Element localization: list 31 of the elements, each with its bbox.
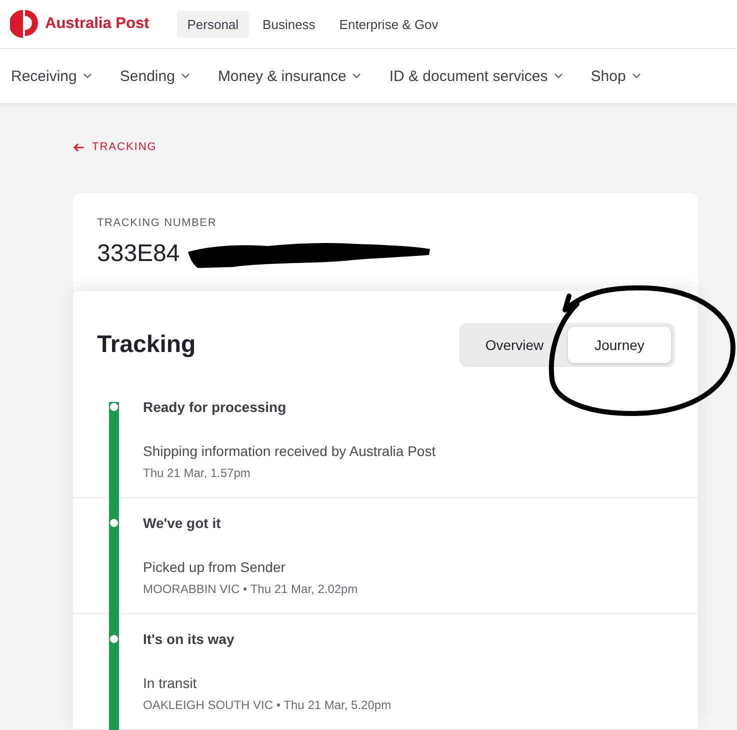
- view-tab[interactable]: Overview: [463, 327, 566, 363]
- segment-tab[interactable]: Enterprise & Gov: [329, 10, 448, 38]
- nav-menu-item[interactable]: Sending: [120, 68, 190, 85]
- chevron-down-icon: [352, 73, 362, 80]
- chevron-down-icon: [82, 73, 92, 80]
- event-description: In transit: [143, 674, 197, 692]
- tracking-number-value: 333E84: [97, 240, 180, 268]
- logo-link[interactable]: Australia Post: [10, 9, 150, 40]
- chevron-down-icon: [554, 73, 563, 80]
- chevron-down-icon: [632, 73, 641, 80]
- segment-tab[interactable]: Business: [252, 10, 326, 38]
- nav-menu-item[interactable]: ID & document services: [389, 68, 563, 85]
- event-meta: MOORABBIN VIC • Thu 21 Mar, 2.02pm: [143, 581, 358, 597]
- view-tab[interactable]: Journey: [568, 327, 671, 363]
- logo-icon: [10, 9, 38, 40]
- tracking-number-label: TRACKING NUMBER: [97, 217, 218, 230]
- nav-menu-item[interactable]: Receiving: [11, 68, 92, 85]
- segment-tab[interactable]: Personal: [177, 10, 249, 38]
- nav-menu-item[interactable]: Shop: [590, 68, 641, 85]
- event-description: Shipping information received by Australia Post: [143, 442, 436, 460]
- event-description: Picked up from Sender: [143, 558, 286, 576]
- event-title: Ready for processing: [143, 398, 286, 416]
- nav-menu-item[interactable]: Money & insurance: [218, 68, 362, 85]
- back-link[interactable]: TRACKING: [73, 141, 157, 154]
- chevron-down-icon: [180, 73, 190, 80]
- arrow-left-icon: [73, 143, 84, 152]
- event-title: It's on its way: [143, 630, 234, 648]
- event-meta: Thu 21 Mar, 1.57pm: [143, 465, 250, 481]
- panel-title: Tracking: [97, 331, 196, 359]
- event-meta: OAKLEIGH SOUTH VIC • Thu 21 Mar, 5.20pm: [143, 697, 392, 713]
- event-title: We've got it: [143, 514, 221, 532]
